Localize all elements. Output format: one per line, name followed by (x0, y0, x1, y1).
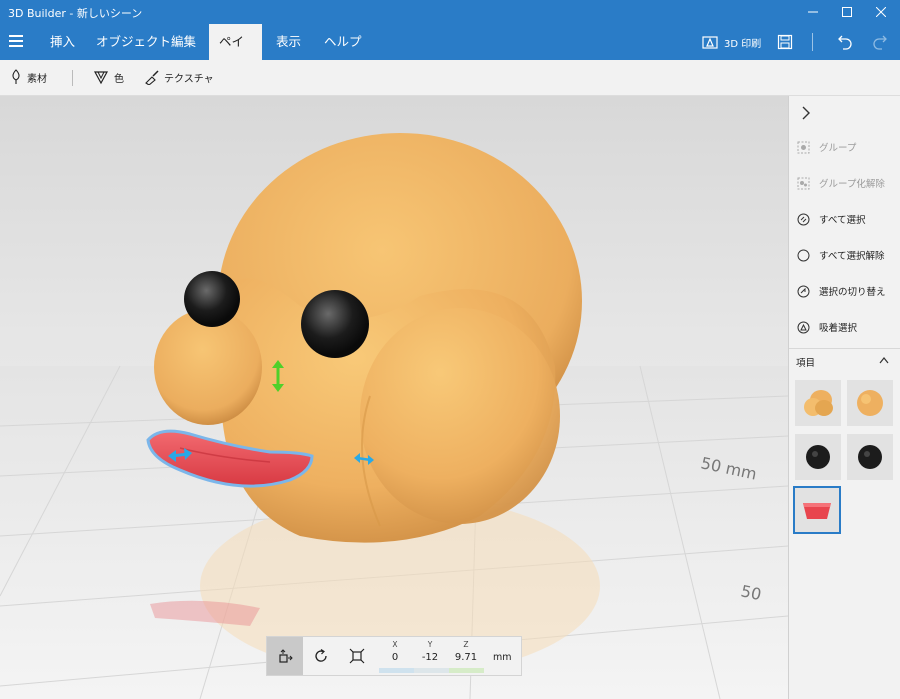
3d-viewport[interactable]: 50 mm 50 (0, 96, 788, 699)
material-button[interactable]: 素材 (10, 69, 47, 85)
black-sphere-icon (806, 445, 830, 469)
paint-bucket-icon (93, 71, 109, 85)
close-icon (876, 7, 886, 17)
redo-button[interactable] (872, 24, 888, 60)
texture-button[interactable]: テクスチャ (143, 69, 214, 85)
rotate-tool-button[interactable] (303, 637, 339, 675)
color-label: 色 (114, 73, 124, 85)
x-coordinate[interactable]: X 0 (378, 640, 412, 663)
minimize-icon (808, 11, 818, 13)
redo-icon (873, 35, 887, 50)
item-thumbnail-eye-1[interactable] (795, 434, 841, 480)
undo-icon (838, 35, 852, 50)
maximize-button[interactable] (830, 0, 864, 24)
menu-bar: 挿入 オブジェクト 編集 ペイント 表示 ヘルプ 3D 印刷 (0, 24, 900, 85)
material-label: 素材 (27, 73, 47, 85)
toggle-selection-icon (797, 285, 810, 298)
ungroup-button[interactable]: グループ化解除 (797, 176, 885, 190)
color-button[interactable]: 色 (93, 69, 124, 85)
z-label: Z (463, 640, 469, 649)
print-3d-icon (702, 36, 718, 49)
scale-icon (349, 648, 365, 664)
transform-bar: X 0 Y -12 Z 9.71 mm (266, 636, 522, 676)
y-label: Y (427, 640, 433, 649)
deselect-all-button[interactable]: すべて選択解除 (797, 248, 884, 262)
brush-icon (145, 70, 159, 85)
minimize-button[interactable] (796, 0, 830, 24)
select-all-label: すべて選択 (819, 215, 866, 226)
title-bar: 3D Builder - 新しいシーン (0, 0, 900, 24)
toolbar-divider (812, 24, 813, 60)
ungroup-icon (797, 177, 810, 190)
black-sphere-icon (858, 445, 882, 469)
toolbar-divider (72, 70, 73, 86)
print-3d-label: 3D 印刷 (724, 38, 762, 50)
lasso-select-button[interactable]: 吸着選択 (797, 320, 857, 334)
save-icon (777, 34, 793, 50)
item-thumbnail-eye-2[interactable] (847, 434, 893, 480)
red-beak-icon (803, 503, 831, 519)
hamburger-menu-icon[interactable] (9, 35, 23, 47)
item-thumbnail-blob[interactable] (795, 380, 841, 426)
chevron-right-icon (802, 106, 810, 120)
z-value[interactable]: 9.71 (449, 652, 483, 663)
items-section-header[interactable]: 項目 (789, 348, 900, 369)
lasso-select-label: 吸着選択 (819, 323, 858, 334)
group-icon (797, 141, 810, 154)
window-title: 3D Builder - 新しいシーン (8, 7, 143, 20)
paint-toolbar: 素材 色 テクスチャ (0, 60, 900, 96)
x-label: X (392, 640, 398, 649)
tab-view[interactable]: 表示 (266, 24, 311, 60)
toggle-selection-label: 選択の切り替え (819, 287, 886, 298)
orange-sphere-icon (857, 390, 883, 416)
tab-paint[interactable]: ペイント (209, 24, 262, 85)
undo-button[interactable] (837, 24, 853, 60)
move-icon (279, 649, 293, 663)
tab-edit[interactable]: 編集 (161, 24, 206, 60)
select-all-button[interactable]: すべて選択 (797, 212, 865, 226)
deselect-all-icon (797, 249, 810, 262)
close-button[interactable] (864, 0, 898, 24)
y-coordinate[interactable]: Y -12 (413, 640, 447, 663)
group-button[interactable]: グループ (797, 140, 856, 154)
unit-label: mm (493, 652, 512, 663)
tab-insert[interactable]: 挿入 (40, 24, 85, 60)
tab-help[interactable]: ヘルプ (314, 24, 372, 60)
z-coordinate[interactable]: Z 9.71 (449, 640, 483, 663)
item-thumbnail-sphere[interactable] (847, 380, 893, 426)
object-panel: グループ グループ化解除 すべて選択 すべて選択解除 選択の切り替え 吸着選択 … (788, 96, 900, 699)
scene-canvas[interactable]: 50 mm 50 (0, 96, 788, 699)
collapse-panel-button[interactable] (801, 106, 811, 123)
x-value[interactable]: 0 (378, 652, 412, 663)
select-all-icon (797, 213, 810, 226)
save-button[interactable] (777, 24, 793, 60)
deselect-all-label: すべて選択解除 (819, 251, 885, 262)
z-axis-bar (449, 668, 484, 673)
move-tool-button[interactable] (267, 637, 303, 675)
toggle-selection-button[interactable]: 選択の切り替え (797, 284, 886, 298)
material-icon (12, 69, 20, 84)
lasso-select-icon (797, 321, 810, 334)
scale-tool-button[interactable] (339, 637, 375, 675)
y-axis-bar (414, 668, 449, 673)
print-3d-button[interactable]: 3D 印刷 (702, 24, 761, 60)
texture-label: テクスチャ (164, 73, 214, 85)
rotate-icon (315, 649, 327, 662)
item-thumbnail-beak-selected[interactable] (793, 486, 841, 534)
group-label: グループ (819, 143, 857, 154)
eye-left[interactable] (184, 271, 240, 327)
items-header-label: 項目 (796, 358, 816, 369)
x-axis-bar (379, 668, 414, 673)
ungroup-label: グループ化解除 (819, 179, 885, 190)
cheek-right[interactable] (360, 308, 560, 524)
eye-right[interactable] (301, 290, 369, 358)
chevron-up-icon (879, 357, 889, 364)
y-value[interactable]: -12 (413, 652, 447, 663)
orange-blob-icon (804, 390, 833, 416)
maximize-icon (842, 7, 852, 17)
